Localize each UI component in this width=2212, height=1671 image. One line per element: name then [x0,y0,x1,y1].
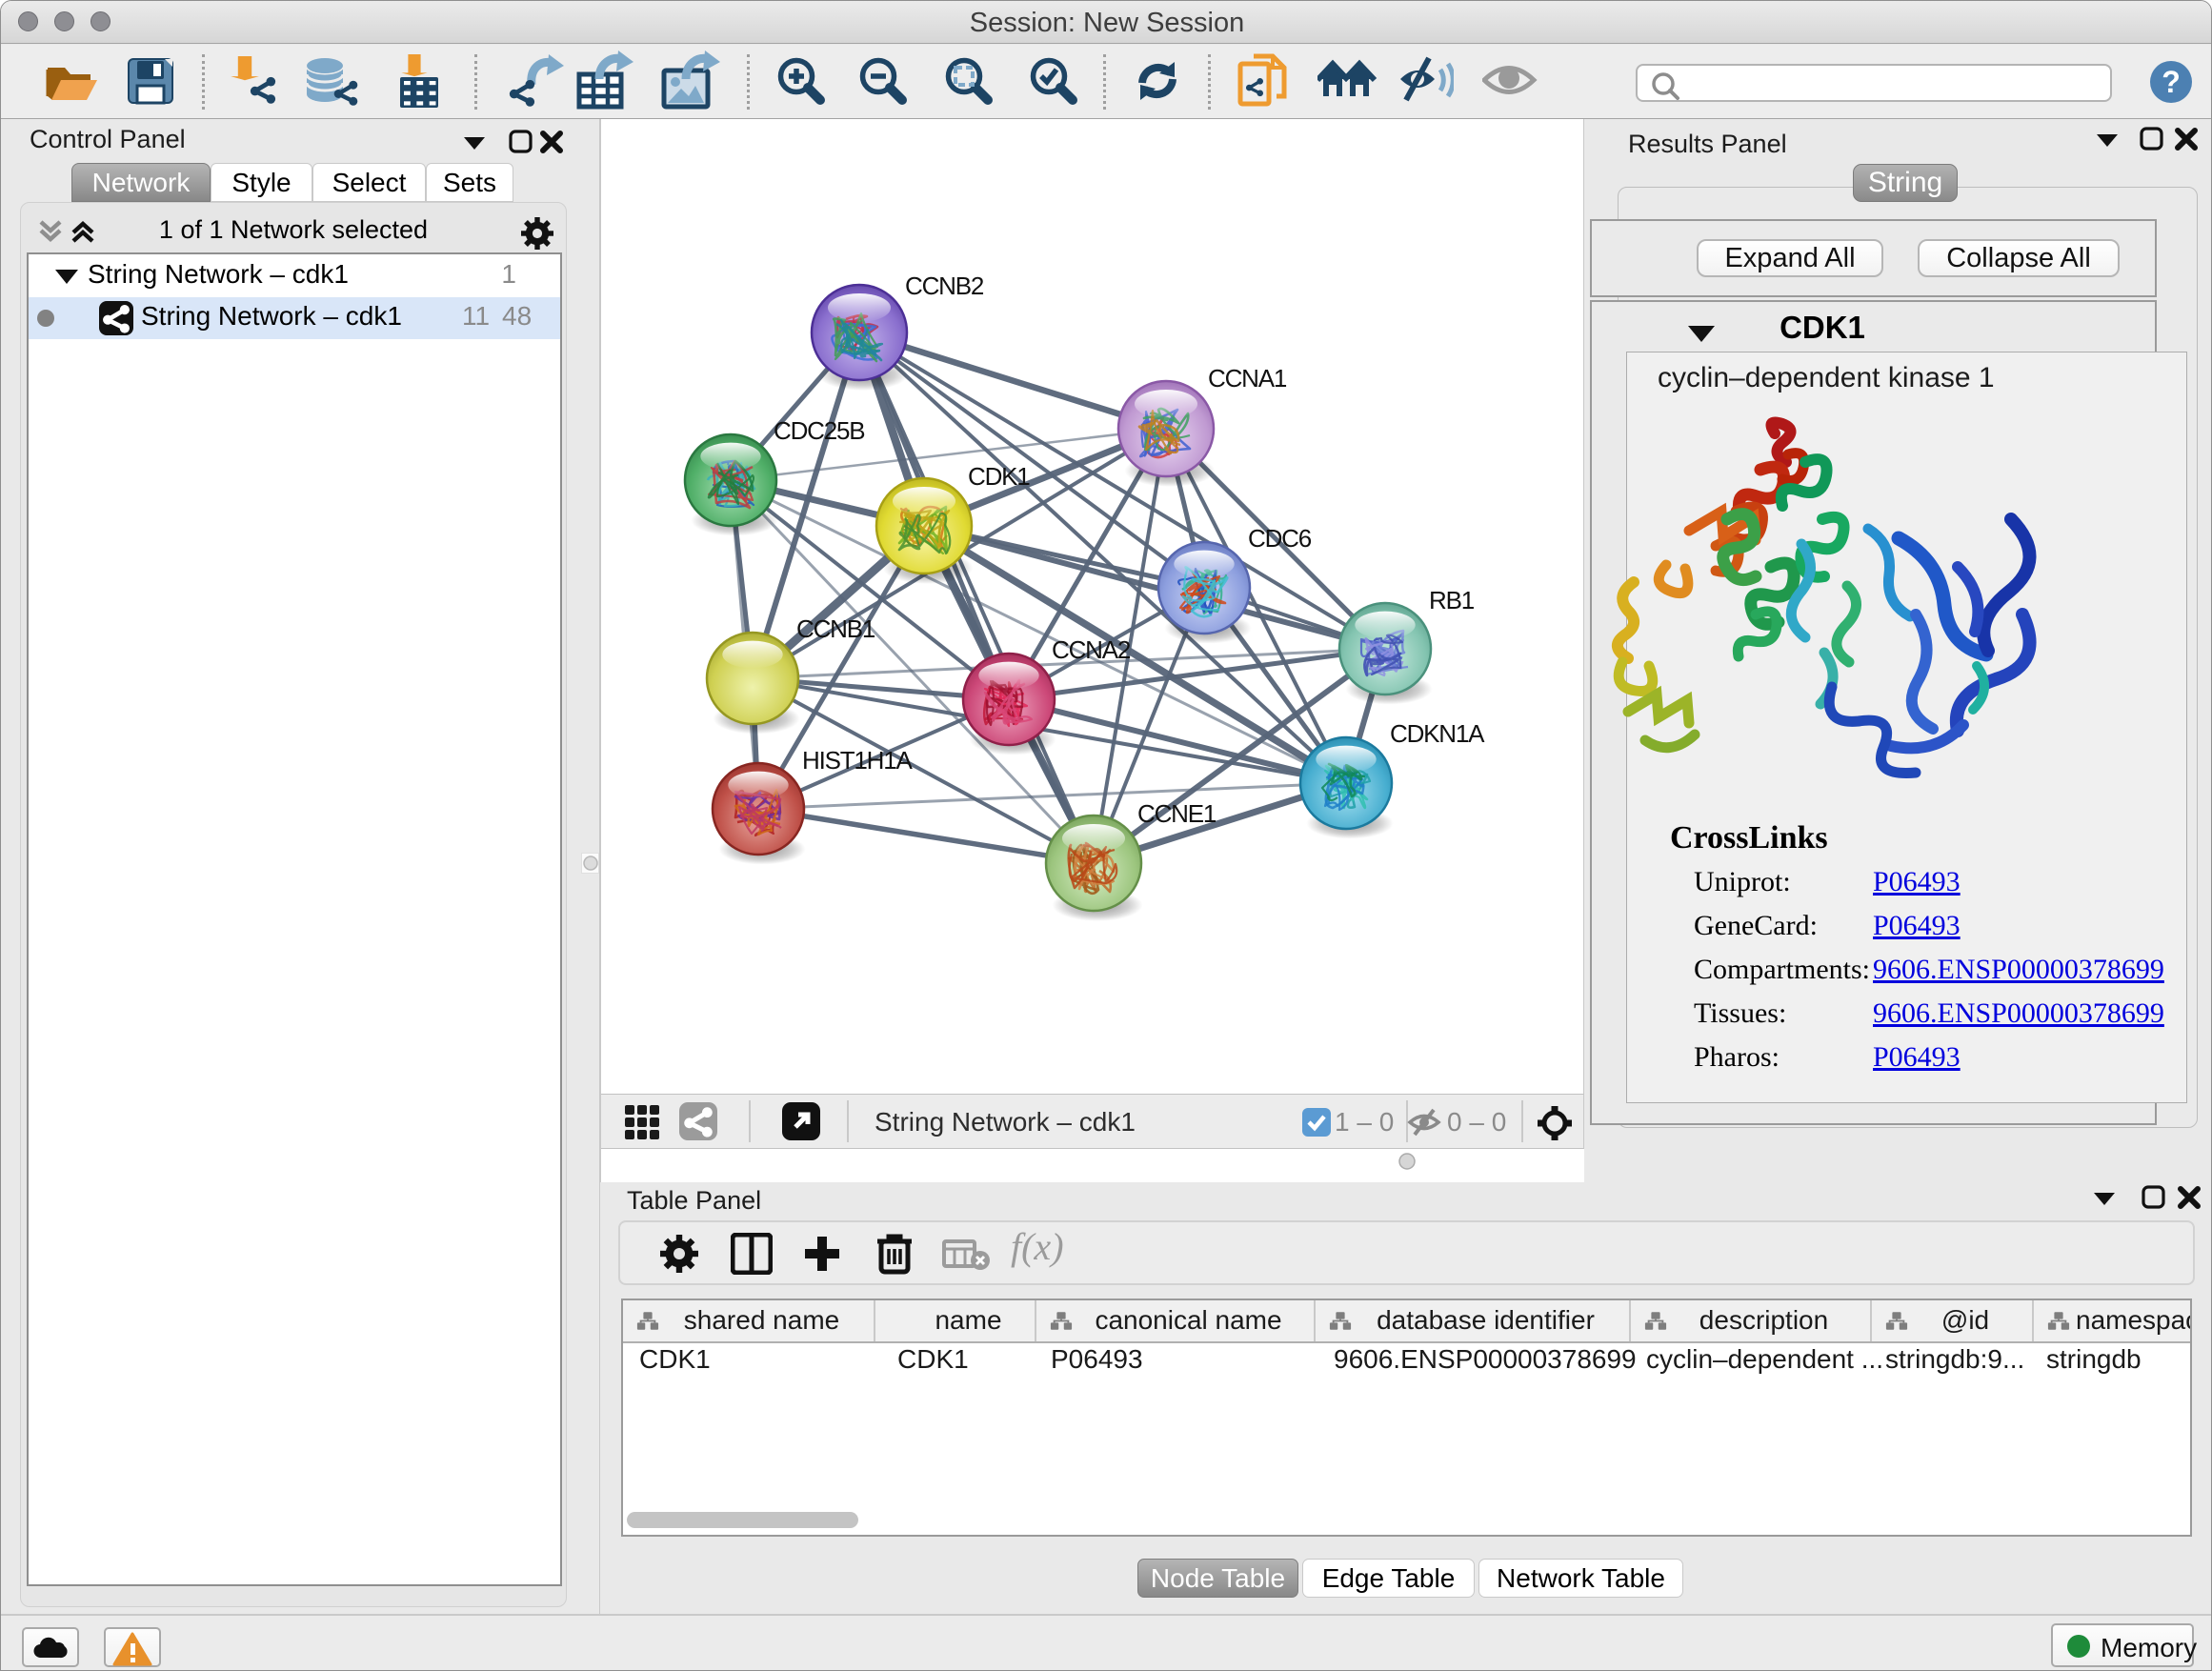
svg-text:CCNB1: CCNB1 [796,614,875,643]
svg-text:CDC25B: CDC25B [774,416,864,445]
svg-text:?: ? [2162,65,2181,99]
svg-text:CDC6: CDC6 [1248,524,1312,553]
svg-text:CDK1: CDK1 [968,462,1030,491]
svg-text:CCNA2: CCNA2 [1052,635,1131,664]
svg-text:HIST1H1A: HIST1H1A [802,746,914,775]
svg-text:RB1: RB1 [1429,586,1475,614]
svg-text:CCNA1: CCNA1 [1208,364,1287,393]
svg-text:CCNE1: CCNE1 [1137,799,1217,828]
svg-text:CDKN1A: CDKN1A [1390,719,1485,748]
svg-text:CCNB2: CCNB2 [905,272,984,300]
